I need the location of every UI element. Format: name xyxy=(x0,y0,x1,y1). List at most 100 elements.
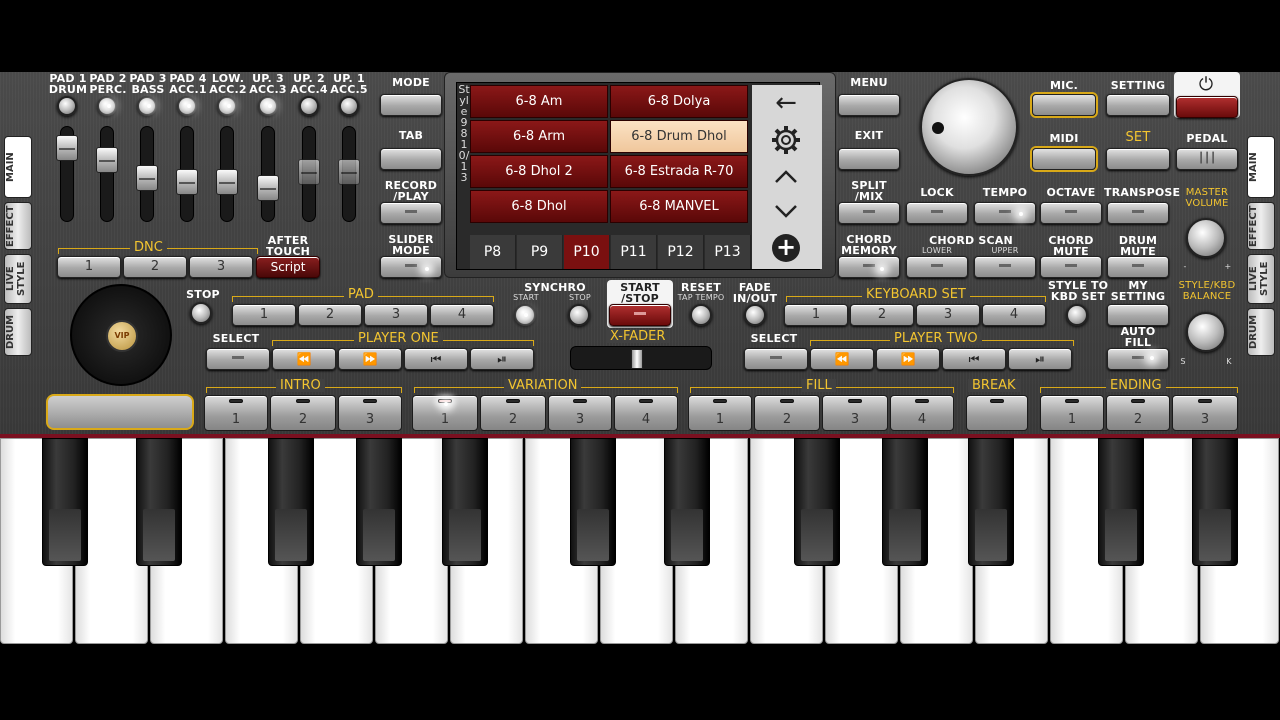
player-one-prev-button[interactable]: ⏮ xyxy=(404,348,468,370)
split-mix-button[interactable] xyxy=(838,202,900,224)
synchro-stop-knob[interactable] xyxy=(568,304,590,326)
slider-cap[interactable] xyxy=(338,159,360,185)
pad-knob-8[interactable] xyxy=(339,96,359,116)
tab-live-style-right[interactable]: LIVE STYLE xyxy=(1247,254,1275,304)
variation-button-4[interactable]: 4 xyxy=(614,395,678,431)
pad-button-3[interactable]: 3 xyxy=(364,304,428,326)
fade-knob[interactable] xyxy=(744,304,766,326)
script-button[interactable]: Script xyxy=(256,256,320,278)
variation-button-3[interactable]: 3 xyxy=(548,395,612,431)
menu-button[interactable] xyxy=(838,94,900,116)
slider-cap[interactable] xyxy=(257,175,279,201)
style-kbd-balance-knob[interactable] xyxy=(1186,312,1226,352)
gear-icon[interactable] xyxy=(768,122,804,158)
pad-button-1[interactable]: 1 xyxy=(232,304,296,326)
kbd-set-button-4[interactable]: 4 xyxy=(982,304,1046,326)
variation-button-1[interactable]: 1 xyxy=(412,395,478,431)
data-dial[interactable] xyxy=(920,78,1018,176)
tab-main-left[interactable]: MAIN xyxy=(4,136,32,198)
x-fader-handle[interactable] xyxy=(631,349,643,369)
mixer-slider-5[interactable] xyxy=(216,126,238,222)
page-tab-p12[interactable]: P12 xyxy=(658,235,704,269)
style-cell-selected[interactable]: 6-8 Drum Dhol xyxy=(610,120,748,153)
slider-cap[interactable] xyxy=(176,169,198,195)
auto-fill-button[interactable] xyxy=(1107,348,1169,370)
tab-main-right[interactable]: MAIN xyxy=(1247,136,1275,198)
dnc-button-2[interactable]: 2 xyxy=(123,256,187,278)
exit-button[interactable] xyxy=(838,148,900,170)
intro-button-3[interactable]: 3 xyxy=(338,395,402,431)
player-two-rewind-button[interactable]: ⏪ xyxy=(810,348,874,370)
reset-tap-tempo-knob[interactable] xyxy=(690,304,712,326)
break-button[interactable] xyxy=(966,395,1028,431)
style-cell[interactable]: 6-8 MANVEL xyxy=(610,190,748,223)
tab-drum-right[interactable]: DRUM xyxy=(1247,308,1275,356)
black-key[interactable] xyxy=(42,438,88,566)
intro-button-2[interactable]: 2 xyxy=(270,395,336,431)
page-tab-p9[interactable]: P9 xyxy=(517,235,563,269)
pad-knob-7[interactable] xyxy=(299,96,319,116)
page-tab-p11[interactable]: P11 xyxy=(611,235,657,269)
page-tab-p10[interactable]: P10 xyxy=(564,235,610,269)
slider-cap[interactable] xyxy=(56,135,78,161)
stop-pad-knob[interactable] xyxy=(190,302,212,324)
pad-button-2[interactable]: 2 xyxy=(298,304,362,326)
slider-mode-button[interactable] xyxy=(380,256,442,278)
style-cell[interactable]: 6-8 Dhol xyxy=(470,190,608,223)
mixer-slider-8[interactable] xyxy=(338,126,360,222)
player-one-play-stop-button[interactable]: ⏯ xyxy=(470,348,534,370)
tab-live-style-left[interactable]: LIVE STYLE xyxy=(4,254,32,304)
mixer-slider-2[interactable] xyxy=(96,126,118,222)
mixer-slider-4[interactable] xyxy=(176,126,198,222)
slider-cap[interactable] xyxy=(96,147,118,173)
variation-button-2[interactable]: 2 xyxy=(480,395,546,431)
black-key[interactable] xyxy=(794,438,840,566)
style-to-kbd-knob[interactable] xyxy=(1066,304,1088,326)
large-pad-button[interactable] xyxy=(46,394,194,430)
player-one-rewind-button[interactable]: ⏪ xyxy=(272,348,336,370)
mixer-slider-3[interactable] xyxy=(136,126,158,222)
mixer-slider-1[interactable] xyxy=(56,126,78,222)
slider-cap[interactable] xyxy=(136,165,158,191)
set-button[interactable] xyxy=(1106,148,1170,170)
black-key[interactable] xyxy=(268,438,314,566)
page-tab-p8[interactable]: P8 xyxy=(470,235,516,269)
style-cell[interactable]: 6-8 Arm xyxy=(470,120,608,153)
chord-mute-button[interactable] xyxy=(1040,256,1102,278)
tab-button[interactable] xyxy=(380,148,442,170)
lock-button[interactable] xyxy=(906,202,968,224)
black-key[interactable] xyxy=(570,438,616,566)
slider-cap[interactable] xyxy=(298,159,320,185)
back-arrow-icon[interactable]: ← xyxy=(766,88,806,118)
pad-button-4[interactable]: 4 xyxy=(430,304,494,326)
fill-button-1[interactable]: 1 xyxy=(688,395,752,431)
page-tab-p13[interactable]: P13 xyxy=(705,235,751,269)
drum-mute-button[interactable] xyxy=(1107,256,1169,278)
style-cell[interactable]: 6-8 Dhol 2 xyxy=(470,155,608,188)
chevron-down-icon[interactable] xyxy=(774,204,798,220)
setting-button[interactable] xyxy=(1106,94,1170,116)
style-cell[interactable]: 6-8 Dolya xyxy=(610,85,748,118)
kbd-set-button-2[interactable]: 2 xyxy=(850,304,914,326)
kbd-set-button-1[interactable]: 1 xyxy=(784,304,848,326)
fill-button-4[interactable]: 4 xyxy=(890,395,954,431)
black-key[interactable] xyxy=(882,438,928,566)
fill-button-2[interactable]: 2 xyxy=(754,395,820,431)
octave-button[interactable] xyxy=(1040,202,1102,224)
chord-scan-upper-button[interactable] xyxy=(974,256,1036,278)
black-key[interactable] xyxy=(1098,438,1144,566)
ending-button-2[interactable]: 2 xyxy=(1106,395,1170,431)
transpose-button[interactable] xyxy=(1107,202,1169,224)
style-cell[interactable]: 6-8 Am xyxy=(470,85,608,118)
dnc-button-1[interactable]: 1 xyxy=(57,256,121,278)
intro-button-1[interactable]: 1 xyxy=(204,395,268,431)
chord-scan-lower-button[interactable] xyxy=(906,256,968,278)
black-key[interactable] xyxy=(136,438,182,566)
dnc-button-3[interactable]: 3 xyxy=(189,256,253,278)
pad-knob-1[interactable] xyxy=(57,96,77,116)
kbd-set-button-3[interactable]: 3 xyxy=(916,304,980,326)
style-cell[interactable]: 6-8 Estrada R-70 xyxy=(610,155,748,188)
tab-drum-left[interactable]: DRUM xyxy=(4,308,32,356)
player-two-play-stop-button[interactable]: ⏯ xyxy=(1008,348,1072,370)
midi-button[interactable] xyxy=(1032,148,1096,170)
